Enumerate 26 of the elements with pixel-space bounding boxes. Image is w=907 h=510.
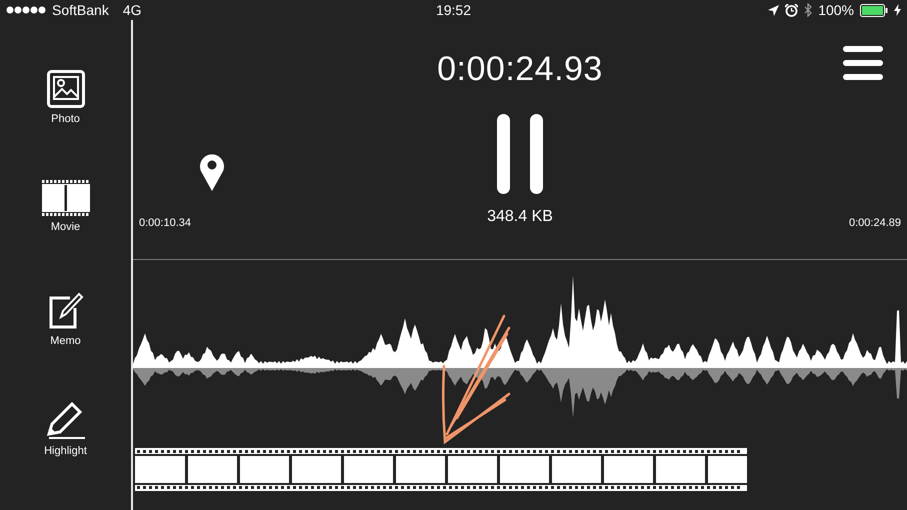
highlight-button[interactable]: Highlight: [26, 400, 106, 510]
range-end-time: 0:00:24.89: [849, 217, 901, 229]
elapsed-time: 0:00:24.93: [437, 50, 603, 89]
photo-icon: [46, 70, 84, 108]
network-type: 4G: [122, 2, 142, 18]
signal-icon: [6, 5, 48, 15]
pause-icon: [497, 114, 543, 194]
location-pin-icon: [199, 153, 225, 191]
alarm-clock-icon: [785, 4, 798, 16]
photo-button[interactable]: Photo: [26, 70, 106, 180]
carrier-name: SoftBank: [52, 2, 109, 18]
menu-icon[interactable]: [843, 46, 883, 80]
pause-button[interactable]: [497, 114, 543, 194]
charging-bolt-icon: [894, 4, 901, 16]
battery-percent: 100%: [818, 2, 854, 18]
memo-button[interactable]: Memo: [26, 290, 106, 400]
file-size: 348.4 KB: [487, 208, 553, 226]
film-frames-icon: [42, 180, 90, 216]
bluetooth-icon: [804, 3, 812, 17]
range-start-time: 0:00:10.34: [139, 217, 191, 229]
movie-button[interactable]: Movie: [26, 180, 106, 290]
memo-pencil-icon: [48, 290, 84, 330]
clock-time: 19:52: [436, 2, 472, 18]
battery-icon: [860, 4, 888, 16]
pencil-icon: [44, 400, 86, 440]
location-arrow-icon: [768, 4, 780, 16]
